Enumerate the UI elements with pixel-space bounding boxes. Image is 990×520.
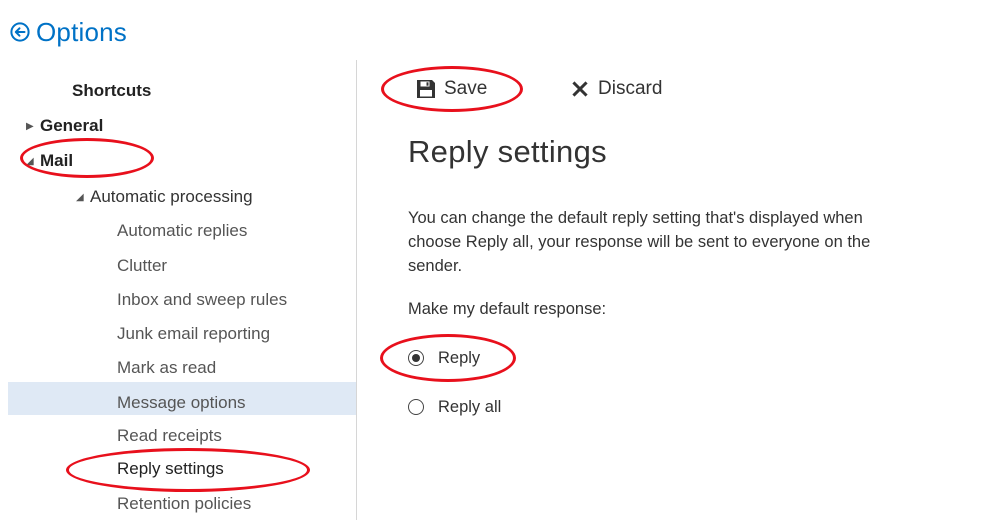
sidebar-item-mail[interactable]: ◢ Mail (26, 145, 73, 177)
sidebar-item-label: Retention policies (117, 494, 252, 513)
sidebar-item-retention-policies[interactable]: Retention policies (117, 488, 251, 520)
sidebar-item-label: Automatic replies (117, 221, 248, 240)
sidebar-item-label: General (40, 116, 104, 135)
sidebar-item-label: Mark as read (117, 358, 217, 377)
sidebar-item-label: Mail (40, 151, 74, 170)
description-line: You can change the default reply setting… (408, 209, 863, 227)
sidebar-item-general[interactable]: ▶ General (26, 110, 103, 142)
sidebar-item-clutter[interactable]: Clutter (117, 250, 167, 282)
sidebar-divider (356, 60, 357, 520)
sidebar-item-mark-as-read[interactable]: Mark as read (117, 352, 216, 384)
floppy-disk-icon (417, 80, 435, 98)
sidebar-item-shortcuts[interactable]: Shortcuts (72, 75, 151, 107)
save-label: Save (444, 78, 488, 99)
back-to-options[interactable]: Options (10, 14, 127, 50)
radio-option-reply[interactable]: Reply (408, 344, 480, 372)
sidebar-item-junk-email-reporting[interactable]: Junk email reporting (117, 318, 270, 350)
sidebar-item-label: Automatic processing (90, 187, 253, 206)
save-button[interactable]: Save (416, 72, 487, 106)
radio-button-unchecked[interactable] (408, 399, 424, 415)
sidebar-item-read-receipts[interactable]: Read receipts (117, 420, 222, 452)
sidebar-item-label: Reply settings (117, 459, 224, 478)
radio-label: Reply (438, 348, 481, 367)
description-line: choose Reply all, your response will be … (408, 233, 871, 251)
sidebar-item-label: Clutter (117, 256, 168, 275)
expanded-triangle-icon[interactable]: ◢ (26, 156, 40, 167)
radio-option-reply-all[interactable]: Reply all (408, 393, 501, 421)
description-text: You can change the default reply setting… (408, 206, 990, 278)
sidebar-item-label: Read receipts (117, 426, 222, 445)
close-icon (572, 81, 588, 97)
sidebar-item-automatic-processing[interactable]: ◢ Automatic processing (76, 181, 253, 213)
sidebar-item-label: Junk email reporting (117, 324, 271, 343)
discard-label: Discard (598, 78, 663, 99)
sidebar-item-message-options[interactable]: Message options (117, 387, 246, 419)
sidebar-item-inbox-and-sweep-rules[interactable]: Inbox and sweep rules (117, 284, 287, 316)
sidebar-item-automatic-replies[interactable]: Automatic replies (117, 215, 247, 247)
back-arrow-circle-icon[interactable] (10, 22, 30, 42)
expanded-triangle-icon[interactable]: ◢ (76, 192, 90, 203)
section-title: Reply settings (408, 134, 607, 169)
discard-button[interactable]: Discard (572, 72, 662, 106)
sidebar-item-label: Message options (117, 393, 246, 412)
sidebar-item-label: Shortcuts (72, 81, 152, 100)
collapsed-triangle-icon[interactable]: ▶ (26, 121, 40, 132)
default-response-label: Make my default response: (408, 300, 607, 318)
sidebar-item-label: Inbox and sweep rules (117, 290, 288, 309)
radio-button-checked[interactable] (408, 350, 424, 366)
page-title: Options (36, 16, 128, 47)
sidebar-item-reply-settings[interactable]: Reply settings (117, 453, 224, 485)
radio-label: Reply all (438, 397, 502, 416)
description-line: sender. (408, 257, 463, 275)
